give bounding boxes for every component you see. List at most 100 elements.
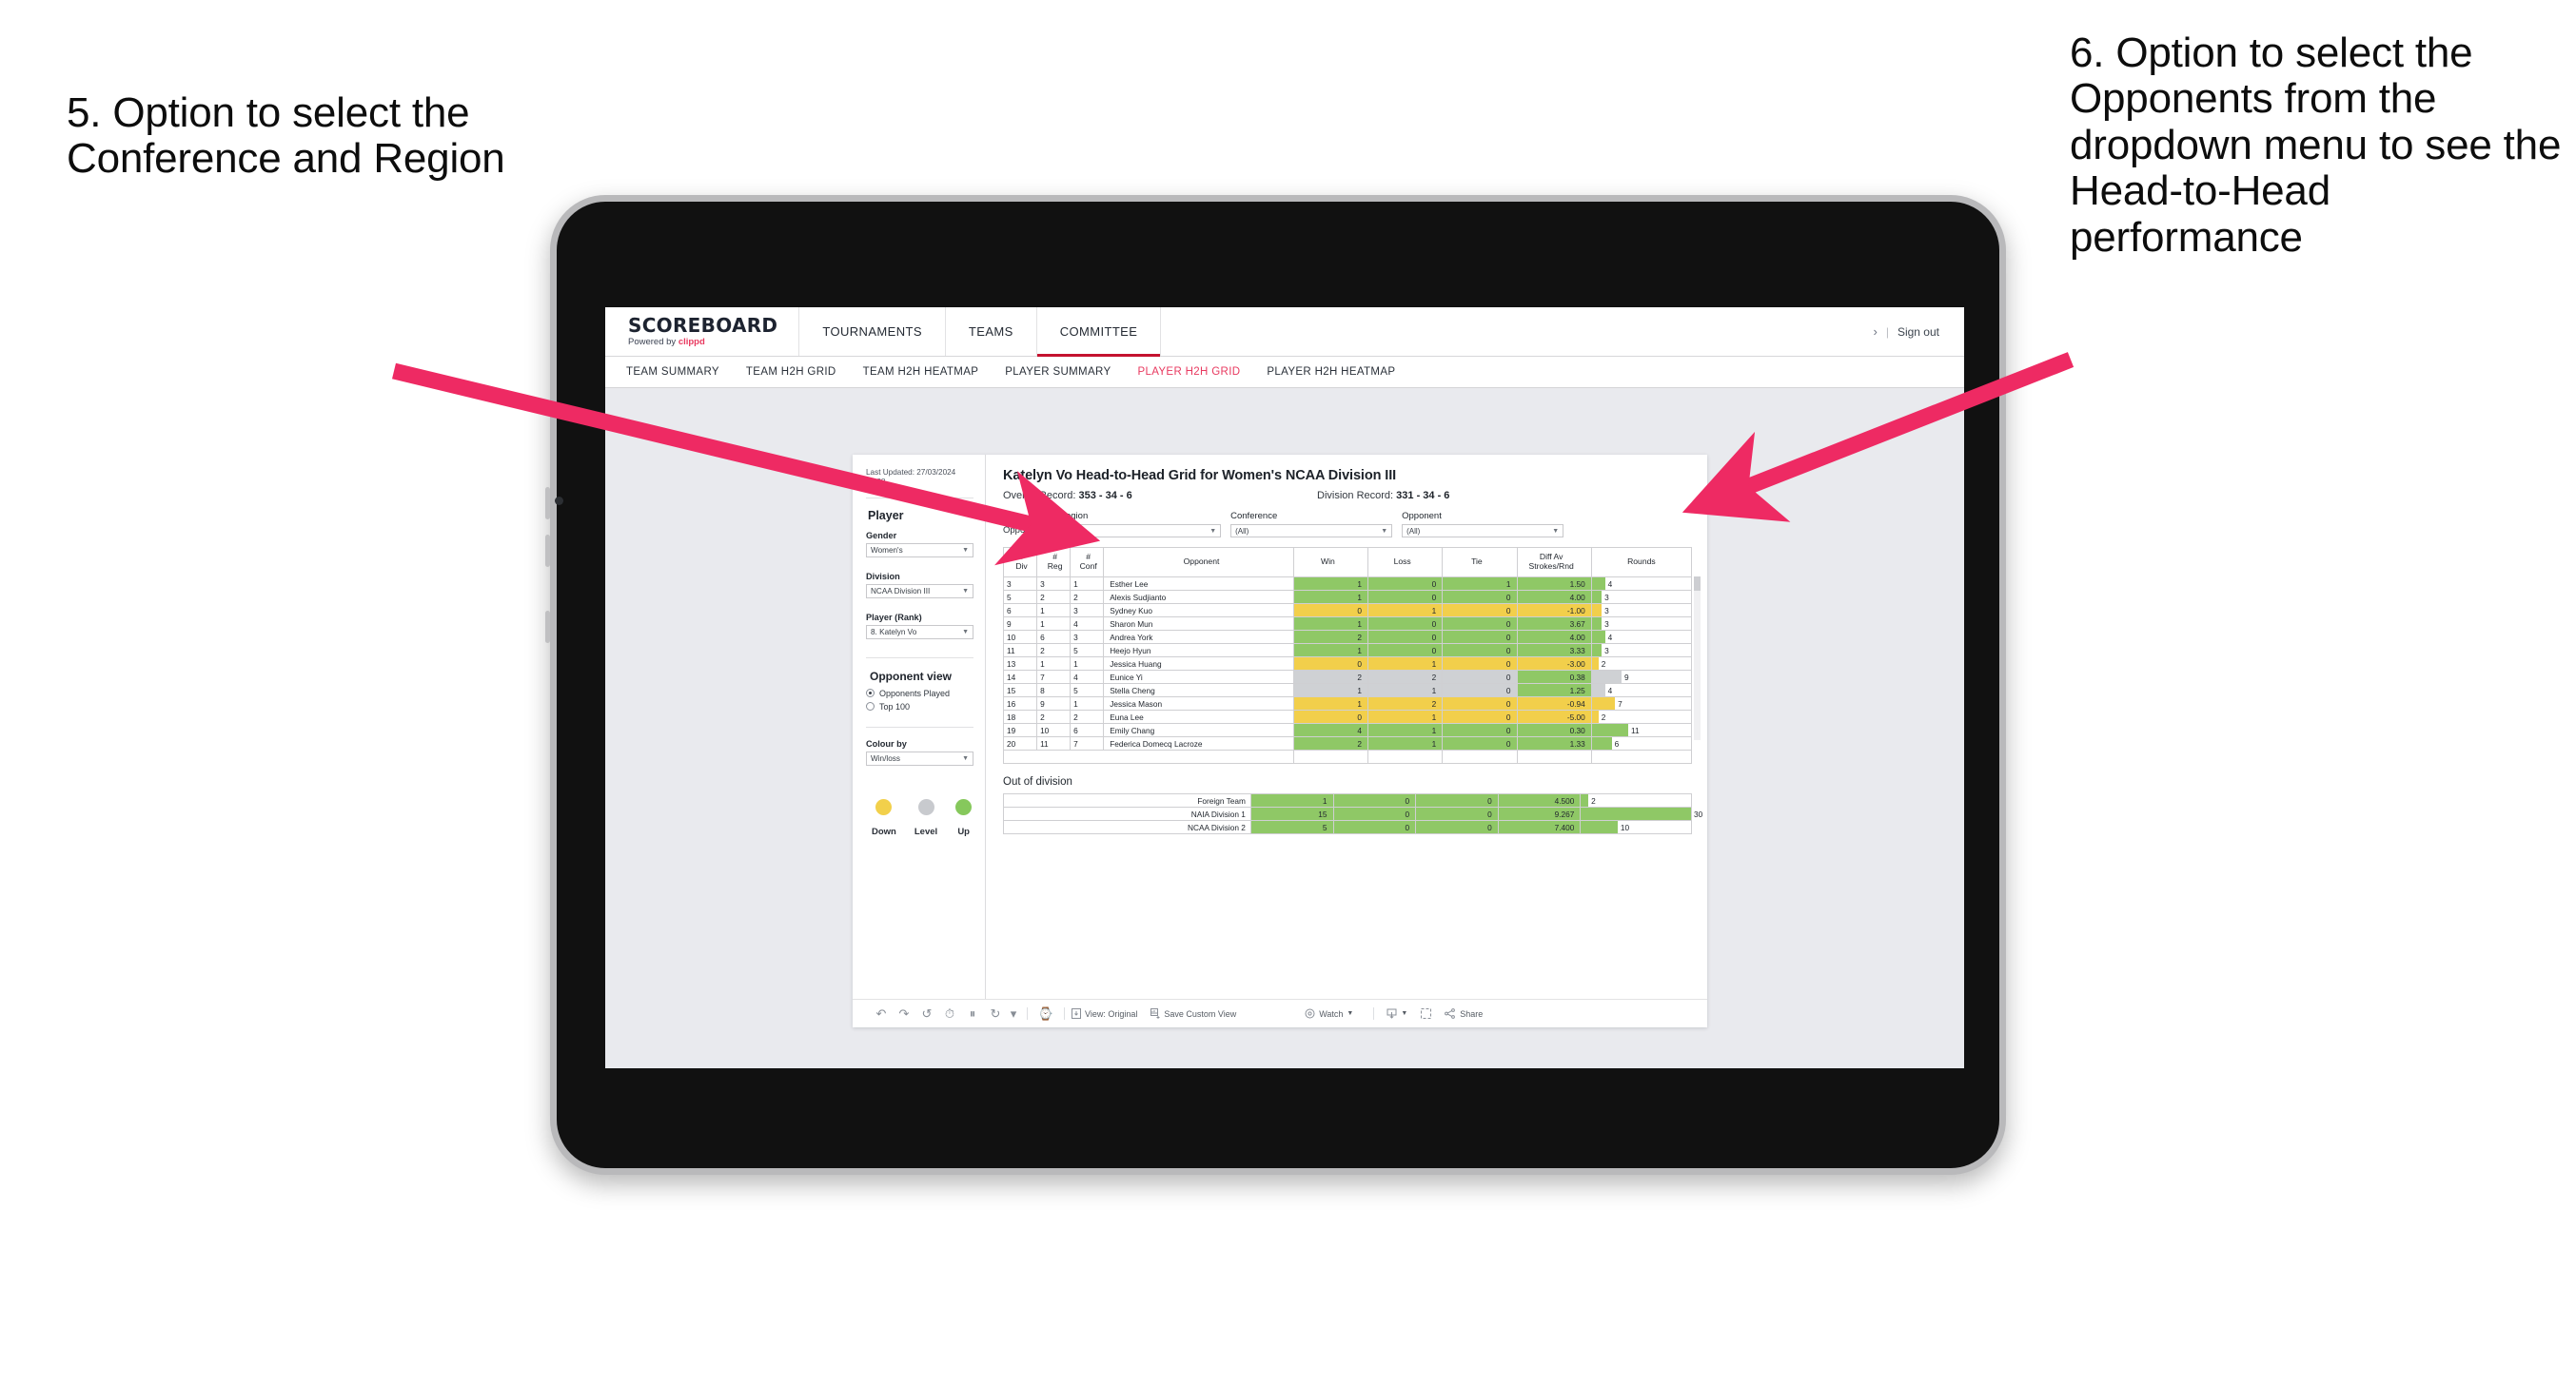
radio-top-100[interactable]: Top 100 [866,702,973,712]
fullscreen-button[interactable] [1421,1008,1432,1019]
table-row[interactable]: 20 11 7 Federica Domecq Lacroze 2 1 0 1.33 6 [1002,736,1693,751]
secondary-nav: TEAM SUMMARY TEAM H2H GRID TEAM H2H HEAT… [605,357,1964,388]
division-select[interactable]: NCAA Division III ▼ [866,583,973,598]
save-custom-view-button[interactable]: Save Custom View [1150,1008,1236,1019]
subtab-team-h2h-heatmap[interactable]: TEAM H2H HEATMAP [863,366,979,378]
table-row[interactable]: 9 1 4 Sharon Mun 1 0 0 3.67 3 [1002,616,1693,631]
cell-diff: -0.94 [1516,696,1592,711]
chevron-down-icon[interactable]: ▾ [1007,1006,1020,1022]
nav-tab-tournaments[interactable]: TOURNAMENTS [799,307,946,356]
radio-opponents-played[interactable]: Opponents Played [866,689,973,698]
conference-select[interactable]: (All) ▼ [1230,524,1393,537]
redo-icon[interactable]: ↷ [893,1006,915,1022]
cell-loss: 1 [1367,710,1444,724]
table-row[interactable]: 15 8 5 Stella Cheng 1 1 0 1.25 4 [1002,683,1693,697]
col-header-reg: # Reg [1036,547,1072,577]
colour-by-select[interactable]: Win/loss ▼ [866,751,973,766]
cell-conf: 2 [1070,590,1105,604]
share-label: Share [1460,1008,1484,1019]
table-row[interactable]: 3 3 1 Esther Lee 1 0 1 1.50 4 [1002,576,1693,591]
table-row[interactable]: 16 9 1 Jessica Mason 1 2 0 -0.94 7 [1002,696,1693,711]
cell-ood-rounds: 2 [1580,793,1692,808]
grid-vertical-scrollbar[interactable] [1694,576,1701,740]
sign-out-link[interactable]: Sign out [1898,325,1939,339]
view-original-button[interactable]: View: Original [1072,1008,1137,1019]
cell-opponent: Alexis Sudjianto [1103,590,1294,604]
cell-tie: 0 [1442,736,1518,751]
cell-diff: 1.25 [1516,683,1592,697]
opponent-select[interactable]: (All) ▼ [1402,524,1564,537]
download-button[interactable]: ▼ [1386,1008,1407,1019]
cell-conf: 1 [1070,576,1105,591]
table-row[interactable]: 5 2 2 Alexis Sudjianto 1 0 0 4.00 3 [1002,590,1693,604]
cell-ood-diff: 4.500 [1497,793,1582,808]
nav-tab-committee[interactable]: COMMITTEE [1036,307,1162,357]
player-rank-select[interactable]: 8. Katelyn Vo ▼ [866,624,973,639]
filter-region-label: Region [1059,511,1089,521]
chevron-down-icon: ▼ [1209,527,1217,535]
screenshot-canvas: 5. Option to select the Conference and R… [0,0,2576,1386]
cell-conf: 6 [1070,723,1105,737]
subtab-player-summary[interactable]: PLAYER SUMMARY [1005,366,1111,378]
cell-reg: 2 [1036,590,1072,604]
chevron-down-icon: ▼ [962,754,969,762]
col-header-conf: # Conf [1070,547,1105,577]
share-button[interactable]: Share [1445,1008,1483,1019]
chevron-down-icon: ▼ [962,546,969,554]
cell-win: 1 [1292,683,1369,697]
save-custom-view-label: Save Custom View [1164,1008,1237,1019]
col-header-conf-l1: # [1086,552,1091,562]
table-row[interactable]: 6 1 3 Sydney Kuo 0 1 0 -1.00 3 [1002,603,1693,617]
redo-alt-icon[interactable]: ↻ [984,1006,1007,1022]
col-header-loss: Loss [1367,547,1444,577]
subtab-player-h2h-heatmap[interactable]: PLAYER H2H HEATMAP [1267,366,1395,378]
cell-diff: 1.33 [1516,736,1592,751]
refresh-data-icon[interactable]: ⏱ [938,1006,961,1022]
cell-opponent: Federica Domecq Lacroze [1103,736,1294,751]
table-row[interactable]: 18 2 2 Euna Lee 0 1 0 -5.00 2 [1002,710,1693,724]
cell-win: 1 [1292,590,1369,604]
revert-icon[interactable]: ↺ [915,1006,938,1022]
col-header-reg-l2: Reg [1047,561,1063,571]
nav-tab-teams[interactable]: TEAMS [946,307,1037,356]
undo-icon[interactable]: ↶ [870,1006,893,1022]
grid-scroll-thumb[interactable] [1694,576,1701,591]
table-row[interactable]: 10 6 3 Andrea York 2 0 0 4.00 4 [1002,630,1693,644]
subtab-team-h2h-grid[interactable]: TEAM H2H GRID [746,366,836,378]
history-icon[interactable]: ⌚ [1034,1006,1057,1022]
division-record: Division Record: 331 - 34 - 6 [1317,490,1449,501]
subtab-player-h2h-grid[interactable]: PLAYER H2H GRID [1137,366,1240,378]
subtab-team-summary[interactable]: TEAM SUMMARY [626,366,719,378]
field-colour-by: Colour by Win/loss ▼ [866,739,973,766]
cell-div: 13 [1002,656,1038,671]
download-icon [1386,1008,1397,1019]
table-row[interactable]: 19 10 6 Emily Chang 4 1 0 0.30 11 [1002,723,1693,737]
chevron-right-icon[interactable]: › [1873,324,1877,339]
watch-button[interactable]: Watch ▼ [1305,1008,1353,1019]
out-of-division-row[interactable]: Foreign Team 1 0 0 4.500 2 [1003,793,1692,808]
cell-win: 2 [1292,670,1369,684]
cell-reg: 6 [1036,630,1072,644]
pause-updates-icon[interactable]: ⏸ [961,1006,984,1022]
table-row[interactable]: 14 7 4 Eunice Yi 2 2 0 0.38 9 [1002,670,1693,684]
rounds-value: 4 [1607,632,1613,642]
out-of-division-row[interactable]: NAIA Division 1 15 0 0 9.267 30 [1003,807,1702,821]
rounds-bar [1591,737,1612,750]
cell-div: 15 [1002,683,1038,697]
save-view-icon [1150,1008,1160,1019]
region-select[interactable]: (All) ▼ [1059,524,1222,537]
app-logo[interactable]: SCOREBOARD Powered by clippd [605,307,800,356]
cell-div: 3 [1002,576,1038,591]
out-of-division-body: Foreign Team 1 0 0 4.500 2 NAIA Division 1 15 0 0… [1003,793,1702,834]
cell-win: 1 [1292,643,1369,657]
cell-ood-loss: 0 [1332,820,1417,834]
table-row[interactable]: 13 1 1 Jessica Huang 0 1 0 -3.00 2 [1002,656,1693,671]
out-of-division-row[interactable]: NCAA Division 2 5 0 0 7.400 10 [1003,820,1692,834]
gender-select[interactable]: Women's ▼ [866,542,973,557]
logo-tagline: Powered by clippd [628,338,777,347]
cell-loss: 0 [1367,576,1444,591]
cell-loss: 1 [1367,736,1444,751]
cell-reg: 3 [1036,576,1072,591]
table-row[interactable]: 11 2 5 Heejo Hyun 1 0 0 3.33 3 [1002,643,1693,657]
cell-reg: 1 [1036,616,1072,631]
